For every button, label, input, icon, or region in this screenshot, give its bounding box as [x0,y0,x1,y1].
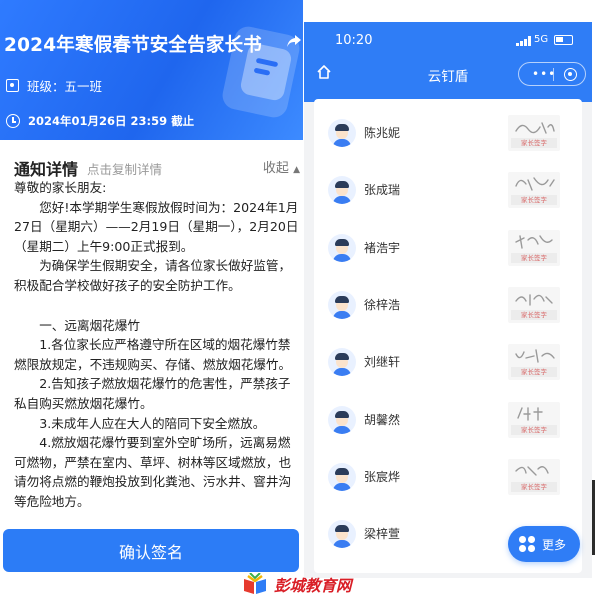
more-label: 更多 [542,538,567,552]
app-top-bar: 10:20 5G 云钉盾 ••• [304,22,592,102]
notice-paragraph: 为确保学生假期安全，请各位家长做好监管，积极配合学校做好孩子的安全防护工作。 [14,258,292,293]
student-row[interactable]: 陈兆妮家长签字 [328,111,566,155]
avatar-icon [328,119,356,147]
signature-tag: 家长签字 [511,252,557,263]
signature-tag: 家长签字 [511,138,557,148]
deadline-row: 2024年01月26日 23:59 截止 [6,113,194,129]
parent-signature-image[interactable]: 家长签字 [508,401,560,438]
site-logo: 彭城教育网 [240,571,370,597]
parent-signature-image[interactable]: 家长签字 [508,458,560,495]
student-row[interactable]: 徐梓浩家长签字 [328,283,566,327]
share-icon[interactable] [286,33,302,53]
avatar-icon [328,176,356,205]
notice-paragraph: 4.燃放烟花爆竹要到室外空旷场所，远离易燃可燃物，严禁在室内、草坪、树林等区域燃… [14,435,292,509]
greeting: 尊敬的家长朋友: [14,180,107,195]
notice-paragraph: 2.告知孩子燃放烟花爆竹的危害性，严禁孩子私自购买燃放烟花爆竹。 [14,376,291,411]
section-heading: 一、远离烟花爆竹 [39,317,140,333]
notice-title: 2024年寒假春节安全告家长书 [4,35,262,56]
student-name: 张成瑞 [364,183,401,198]
mini-program-capsule[interactable]: ••• [518,62,586,86]
card-title: 通知详情 [14,160,79,179]
scrollbar[interactable] [592,480,595,555]
site-name: 彭城教育网 [274,577,352,595]
student-row[interactable]: 褚浩宇家长签字 [328,226,566,270]
status-time: 10:20 [335,33,373,48]
avatar-icon [328,348,356,377]
confirm-sign-button[interactable]: 确认签名 [3,529,299,572]
student-row[interactable]: 张宸烨家长签字 [328,455,566,499]
avatar-icon [328,233,356,262]
network-type: 5G [534,34,549,45]
student-name: 胡馨然 [364,412,401,427]
signature-tag: 家长签字 [511,481,557,492]
notice-paragraph: 您好!本学期学生寒假放假时间为：2024年1月27日（星期六）——2月19日（星… [14,199,299,254]
student-signature-list: 陈兆妮 家长签字 张成瑞 家长签字 褚浩宇 家长签字 徐梓浩 家长签字 刘继轩 家长签字 胡馨然 家长… [314,99,582,573]
avatar-icon [328,520,356,549]
signature-tag: 家长签字 [511,424,557,435]
student-row[interactable]: 胡馨然家长签字 [328,398,566,442]
copy-details-link[interactable]: 点击复制详情 [87,159,162,178]
student-row[interactable]: 刘继轩家长签字 [328,340,566,384]
avatar-icon [328,290,356,319]
more-button[interactable]: 更多 [508,526,580,562]
grid-icon [519,536,535,552]
student-row[interactable]: 张成瑞家长签字 [328,168,566,212]
avatar-icon [328,462,356,491]
student-name: 陈兆妮 [364,126,401,140]
avatar-icon [328,405,356,434]
notice-header: 2024年寒假春节安全告家长书 班级：五一班 2024年01月26日 23:59… [0,0,303,140]
card-header: 通知详情 点击复制详情 收起 ▲ [14,156,300,179]
deadline-text: 2024年01月26日 23:59 截止 [28,114,195,128]
notice-detail-card: 通知详情 点击复制详情 收起 ▲ 尊敬的家长朋友: 您好!本学期学生寒假放假时间… [4,140,302,518]
class-icon [6,79,19,92]
collapse-toggle[interactable]: 收起 ▲ [263,157,300,176]
student-name: 张宸烨 [364,469,401,484]
chevron-up-icon: ▲ [293,165,300,175]
collapse-label: 收起 [262,161,289,176]
notice-panel: 2024年寒假春节安全告家长书 班级：五一班 2024年01月26日 23:59… [0,0,303,578]
student-name: 梁梓萱 [364,527,401,542]
notice-paragraph: 3.未成年人应在大人的陪同下安全燃放。 [39,415,266,431]
signature-tag: 家长签字 [511,195,557,206]
battery-icon [554,35,573,45]
student-name: 刘继轩 [364,355,401,370]
class-row: 班级：五一班 [6,76,102,95]
book-logo-icon [244,573,266,594]
notice-body: 尊敬的家长朋友: 您好!本学期学生寒假放假时间为：2024年1月27日（星期六）… [14,178,300,512]
notice-paragraph: 1.各位家长应严格遵守所在区域的烟花爆竹禁燃限放规定，不违规购买、存储、燃放烟花… [14,337,292,372]
class-label: 班级：五一班 [27,79,103,94]
signature-tag: 家长签字 [511,367,557,378]
parent-signature-image[interactable]: 家长签字 [508,286,560,323]
clock-icon [6,114,20,128]
parent-signature-image[interactable]: 家长签字 [508,344,560,381]
parent-signature-image[interactable]: 家长签字 [508,229,560,266]
parent-signature-image[interactable]: 家长签字 [508,115,560,151]
student-name: 徐梓浩 [364,297,401,312]
signal-icon [516,36,531,46]
parent-signature-image[interactable]: 家长签字 [508,172,560,209]
record-icon[interactable] [564,68,577,81]
signature-tag: 家长签字 [511,309,557,320]
signature-list-panel: 10:20 5G 云钉盾 ••• 陈兆妮 家长签字 张成瑞 家长签字 褚浩宇 家长签字 徐梓… [304,22,592,578]
student-name: 褚浩宇 [364,240,401,255]
capsule-divider [553,68,554,81]
